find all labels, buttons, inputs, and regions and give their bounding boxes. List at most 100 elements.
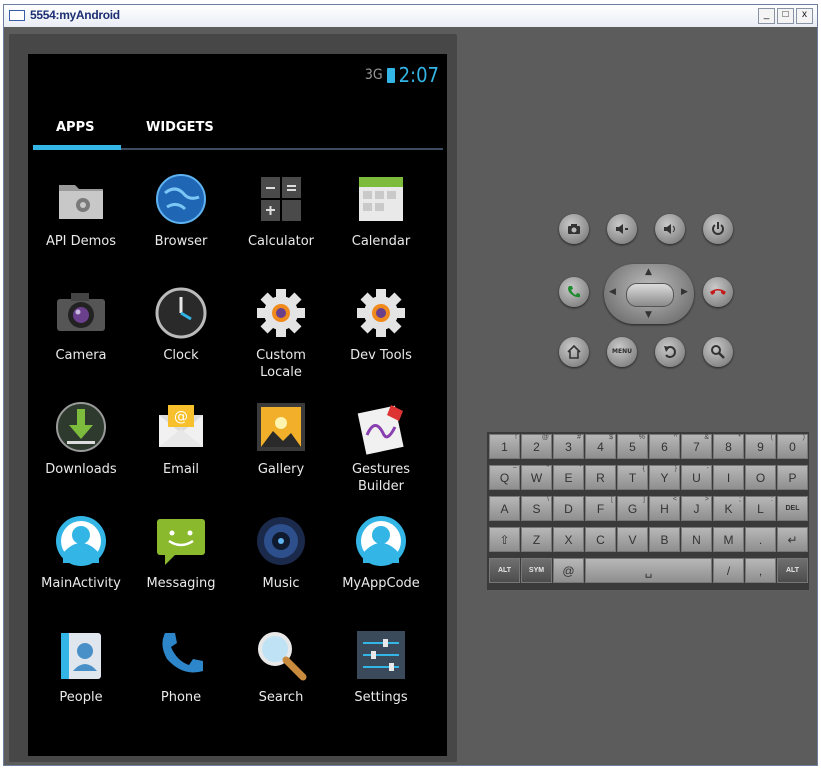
app-messaging[interactable]: Messaging [131, 513, 231, 592]
app-dev-tools[interactable]: Dev Tools [331, 285, 431, 364]
call-button[interactable] [559, 277, 589, 307]
app-browser[interactable]: Browser [131, 171, 231, 250]
volume-down-button[interactable] [607, 214, 637, 244]
key-s[interactable]: S \ [521, 496, 552, 521]
dpad-down-icon[interactable]: ▼ [645, 310, 652, 320]
key-del[interactable]: DEL [777, 496, 808, 521]
app-custom-locale[interactable]: Custom Locale [231, 285, 331, 381]
minimize-button[interactable]: _ [758, 8, 775, 24]
key-w[interactable]: W " [521, 465, 552, 490]
device-frame: 3G 2:07 APPS WIDGETS API Demos Browser Cal… [9, 34, 457, 762]
app-mainactivity[interactable]: MainActivity [31, 513, 131, 592]
app-gallery[interactable]: Gallery [231, 399, 331, 478]
key-alt-right[interactable]: ALT [777, 558, 808, 583]
phone-red-icon [710, 289, 726, 295]
app-label: Browser [154, 234, 208, 249]
app-label: MyAppCode [342, 576, 420, 591]
key-at[interactable]: @ [553, 558, 584, 583]
key-r[interactable]: R [585, 465, 616, 490]
key-8[interactable]: 8 * [713, 434, 744, 459]
key-1[interactable]: 1! [489, 434, 520, 459]
key-o[interactable]: O [745, 465, 776, 490]
app-people[interactable]: People [31, 627, 131, 706]
app-calculator[interactable]: Calculator [231, 171, 331, 250]
key-k[interactable]: K; [713, 496, 744, 521]
key-p[interactable]: P [777, 465, 808, 490]
app-camera[interactable]: Camera [31, 285, 131, 364]
app-calendar[interactable]: Calendar [331, 171, 431, 250]
key-h[interactable]: H < [649, 496, 680, 521]
maximize-button[interactable]: □ [777, 8, 794, 24]
key-5[interactable]: 5% [617, 434, 648, 459]
key-z[interactable]: Z [521, 527, 552, 552]
title-bar[interactable]: 5554:myAndroid _ □ x [4, 5, 817, 28]
app-email[interactable]: @ Email [131, 399, 231, 478]
key-0[interactable]: 0) [777, 434, 808, 459]
app-myappcode[interactable]: MyAppCode [331, 513, 431, 592]
app-search[interactable]: Search [231, 627, 331, 706]
key-e[interactable]: E ' [553, 465, 584, 490]
device-screen[interactable]: 3G 2:07 APPS WIDGETS API Demos Browser Cal… [28, 54, 447, 756]
app-api-demos[interactable]: API Demos [31, 171, 131, 250]
dpad-center-button[interactable] [626, 283, 674, 307]
key-i[interactable]: I [713, 465, 744, 490]
key-v[interactable]: V [617, 527, 648, 552]
key-t[interactable]: T{ [617, 465, 648, 490]
volume-up-button[interactable] [655, 214, 685, 244]
key-n[interactable]: N [681, 527, 712, 552]
key-d[interactable]: D [553, 496, 584, 521]
tab-apps[interactable]: APPS [56, 120, 94, 135]
key-period[interactable]: . [745, 527, 776, 552]
home-button[interactable] [559, 337, 589, 367]
app-music[interactable]: Music [231, 513, 331, 592]
key-c[interactable]: C [585, 527, 616, 552]
key-y[interactable]: Y} [649, 465, 680, 490]
app-settings[interactable]: Settings [331, 627, 431, 706]
app-label: API Demos [45, 234, 117, 249]
key-g[interactable]: G] [617, 496, 648, 521]
menu-button[interactable]: MENU [607, 337, 637, 367]
key-u[interactable]: U- [681, 465, 712, 490]
key-l[interactable]: L: [745, 496, 776, 521]
key-4[interactable]: 4 $ [585, 434, 616, 459]
tab-widgets[interactable]: WIDGETS [146, 120, 214, 135]
search-button[interactable] [703, 337, 733, 367]
app-gestures-builder[interactable]: Gestures Builder [331, 399, 431, 495]
app-clock[interactable]: Clock [131, 285, 231, 364]
close-button[interactable]: x [796, 8, 813, 24]
dpad-right-icon[interactable]: ▶ [681, 287, 688, 297]
key-3[interactable]: 3 # [553, 434, 584, 459]
end-call-button[interactable] [703, 277, 733, 307]
app-label: Downloads [45, 462, 117, 477]
key-7[interactable]: 7 & [681, 434, 712, 459]
key-f[interactable]: F[ [585, 496, 616, 521]
key-b[interactable]: B [649, 527, 680, 552]
key-alt-left[interactable]: ALT [489, 558, 520, 583]
key-x[interactable]: X [553, 527, 584, 552]
key-m[interactable]: M [713, 527, 744, 552]
key-j[interactable]: J > [681, 496, 712, 521]
dpad[interactable]: ▲ ▼ ◀ ▶ [604, 264, 694, 324]
key-comma[interactable]: , [745, 558, 776, 583]
key-sym[interactable]: SYM [521, 558, 552, 583]
key-enter[interactable]: ↵ [777, 527, 808, 552]
key-9[interactable]: 9( [745, 434, 776, 459]
key-space[interactable]: ␣ [585, 558, 712, 583]
key-q[interactable]: Q ~ [489, 465, 520, 490]
key-shift[interactable]: ⇧ [489, 527, 520, 552]
power-icon [712, 222, 724, 235]
key-a[interactable]: A [489, 496, 520, 521]
key-2[interactable]: 2 @ [521, 434, 552, 459]
app-label: MainActivity [41, 576, 121, 591]
key-slash[interactable]: / [713, 558, 744, 583]
key-6[interactable]: 6 ^ [649, 434, 680, 459]
app-phone[interactable]: Phone [131, 627, 231, 706]
power-button[interactable] [703, 214, 733, 244]
gallery-icon [253, 399, 309, 455]
app-downloads[interactable]: Downloads [31, 399, 131, 478]
back-button[interactable] [655, 337, 685, 367]
dpad-up-icon[interactable]: ▲ [645, 267, 652, 277]
camera-button[interactable] [559, 214, 589, 244]
hardware-keyboard: 1! 2 @3 #4 $5% 6 ^ 7 & 8 * 9(0) Q ~ W " E ' R T{Y} U - I O P A S \ D… [487, 432, 809, 590]
dpad-left-icon[interactable]: ◀ [609, 287, 616, 297]
